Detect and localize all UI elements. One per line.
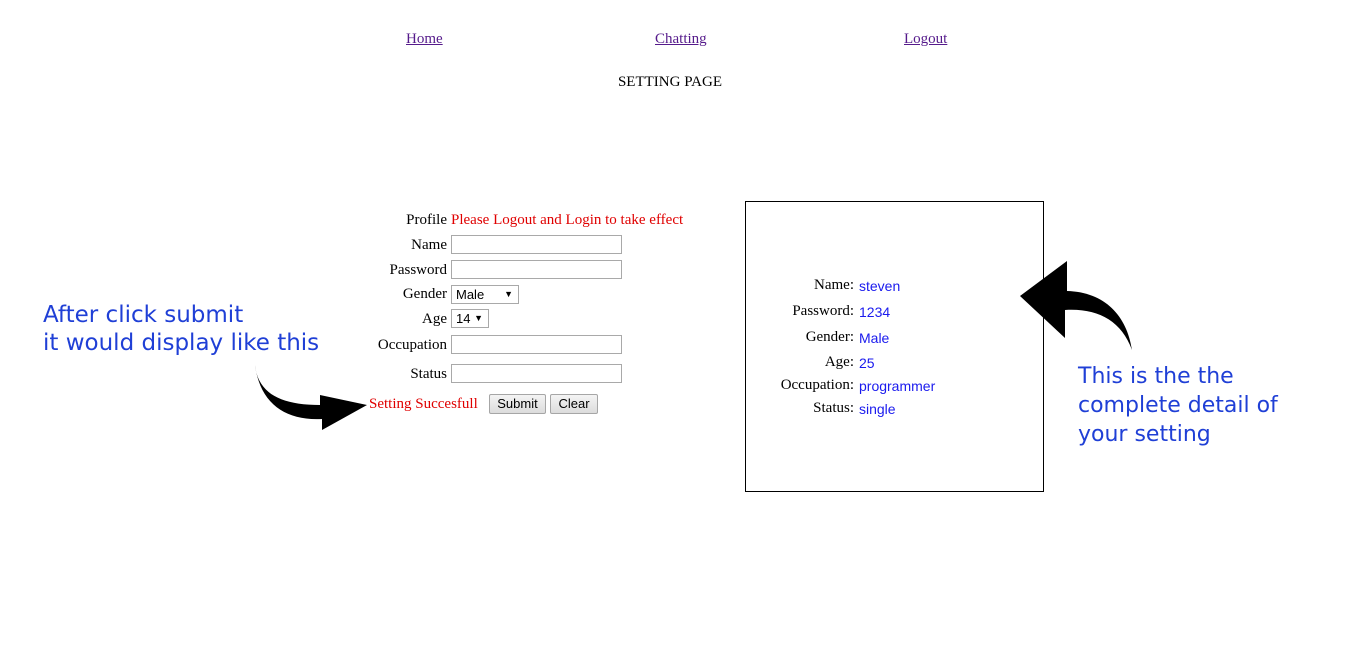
- gender-label: Gender: [402, 286, 447, 302]
- detail-name-value: steven: [859, 278, 901, 294]
- detail-age-label: Age:: [824, 354, 854, 370]
- submit-button[interactable]: Submit: [489, 394, 546, 414]
- annotation-right-line: complete detail of: [1078, 393, 1278, 418]
- password-input[interactable]: [451, 260, 622, 279]
- detail-occupation-value: programmer: [859, 378, 936, 394]
- nav-logout-link[interactable]: Logout: [904, 31, 947, 48]
- annotation-left-line: After click submit: [43, 302, 244, 328]
- detail-name-label: Name:: [814, 277, 854, 293]
- nav-home-link[interactable]: Home: [406, 31, 443, 48]
- detail-status-label: Status:: [813, 400, 854, 416]
- nav-chatting-link[interactable]: Chatting: [655, 31, 707, 48]
- name-input[interactable]: [451, 235, 622, 254]
- detail-password-value: 1234: [859, 304, 891, 320]
- annotation-right-line: This is the the: [1078, 364, 1234, 389]
- profile-notice: Please Logout and Login to take effect: [451, 212, 684, 228]
- annotation-right: This is the the complete detail of your …: [1078, 362, 1278, 449]
- age-label: Age: [422, 311, 447, 327]
- detail-password-label: Password:: [792, 303, 854, 319]
- age-selected-value: 14: [456, 311, 471, 326]
- detail-gender-value: Male: [859, 330, 890, 346]
- name-label: Name: [411, 237, 447, 253]
- status-label: Status: [410, 366, 447, 382]
- profile-label: Profile: [406, 212, 447, 228]
- curved-arrow-right-icon: [255, 365, 367, 430]
- detail-status-value: single: [859, 401, 896, 417]
- occupation-input[interactable]: [451, 335, 622, 354]
- annotation-right-line: your setting: [1078, 422, 1211, 447]
- gender-select[interactable]: Male ▼: [451, 285, 519, 304]
- setting-detail-box: [745, 201, 1044, 492]
- detail-age-value: 25: [859, 355, 875, 371]
- chevron-down-icon: ▼: [474, 313, 483, 323]
- annotation-left-line: it would display like this: [43, 330, 320, 356]
- detail-occupation-label: Occupation:: [780, 377, 854, 393]
- curved-arrow-left-icon: [1020, 261, 1132, 350]
- password-label: Password: [389, 262, 447, 278]
- annotation-left: After click submit it would display like…: [43, 301, 319, 357]
- gender-selected-value: Male: [456, 287, 485, 302]
- detail-gender-label: Gender:: [805, 329, 854, 345]
- page-title: SETTING PAGE: [617, 74, 723, 90]
- occupation-label: Occupation: [377, 337, 447, 353]
- status-input[interactable]: [451, 364, 622, 383]
- clear-button[interactable]: Clear: [550, 394, 598, 414]
- age-select[interactable]: 14 ▼: [451, 309, 489, 328]
- chevron-down-icon: ▼: [504, 289, 513, 299]
- success-message: Setting Succesfull: [369, 396, 478, 412]
